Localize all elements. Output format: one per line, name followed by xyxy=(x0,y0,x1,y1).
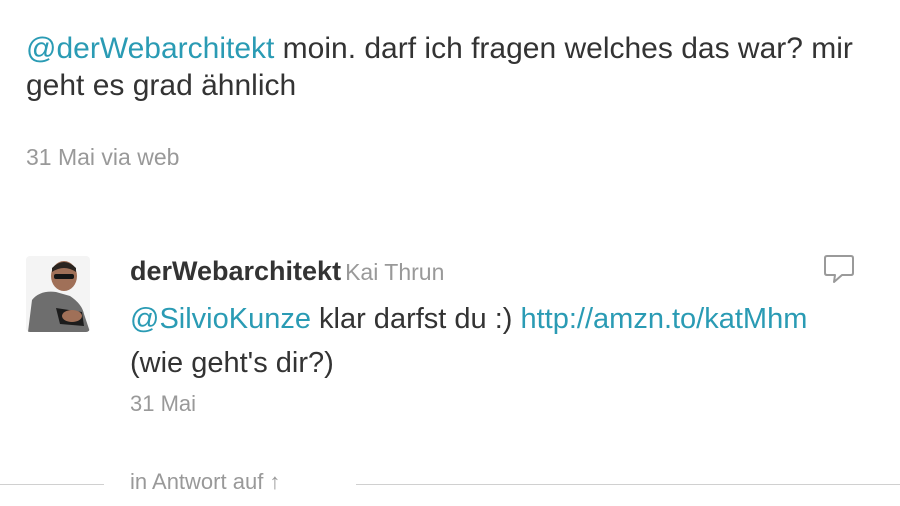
user-avatar[interactable] xyxy=(26,256,90,332)
reply-tweet: derWebarchitekt Kai Thrun @SilvioKunze kl… xyxy=(26,252,876,422)
in-reply-divider: in Antwort auf ↑ xyxy=(0,466,900,502)
speech-bubble-icon[interactable] xyxy=(822,252,856,286)
divider-line-right xyxy=(356,484,900,485)
mention-link[interactable]: @derWebarchitekt xyxy=(26,32,274,65)
in-reply-to-link[interactable]: in Antwort auf ↑ xyxy=(130,469,280,495)
reply-header: derWebarchitekt Kai Thrun xyxy=(130,252,810,291)
url-link[interactable]: http://amzn.to/katMhm xyxy=(520,303,807,335)
avatar-image xyxy=(26,256,90,332)
main-tweet-text: @derWebarchitekt moin. darf ich fragen w… xyxy=(26,30,876,104)
main-tweet-meta: 31 Mai via web xyxy=(26,144,180,170)
author-screen-name[interactable]: derWebarchitekt xyxy=(130,256,341,286)
reply-text: @SilvioKunze klar darfst du :) http://am… xyxy=(130,297,810,385)
reply-text-middle: klar darfst du :) xyxy=(310,303,521,335)
mention-link[interactable]: @SilvioKunze xyxy=(130,303,311,335)
author-real-name: Kai Thrun xyxy=(345,259,445,285)
main-tweet: @derWebarchitekt moin. darf ich fragen w… xyxy=(26,30,876,171)
reply-body: derWebarchitekt Kai Thrun @SilvioKunze kl… xyxy=(130,252,810,417)
divider-line-left xyxy=(0,484,104,485)
reply-text-end: (wie geht's dir?) xyxy=(130,347,334,379)
reply-date[interactable]: 31 Mai xyxy=(130,391,810,417)
